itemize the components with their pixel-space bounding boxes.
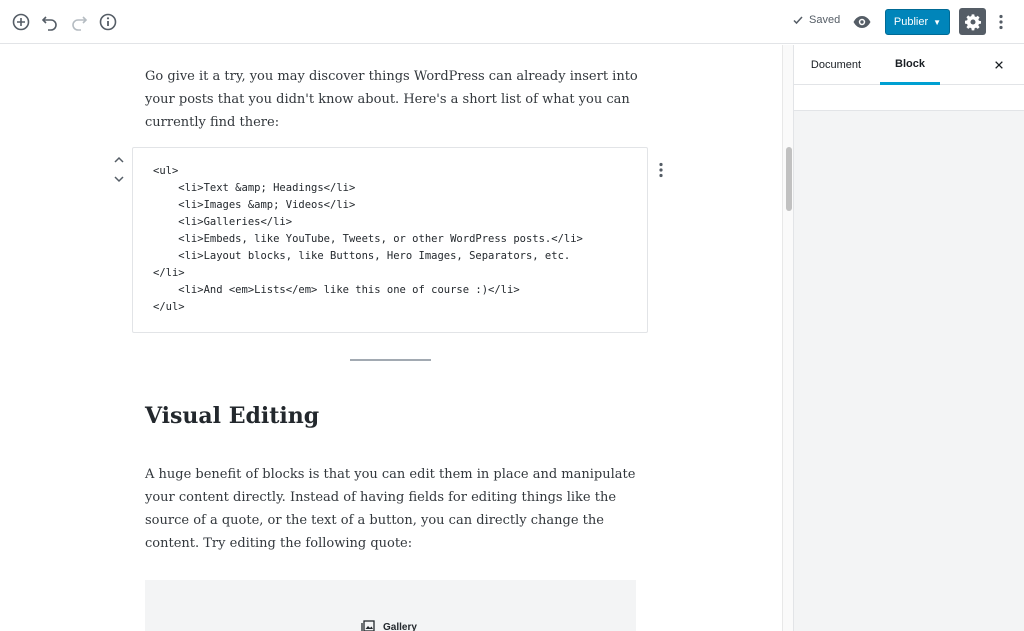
intro-paragraph-block[interactable]: Go give it a try, you may discover thing…: [145, 65, 640, 134]
publish-button[interactable]: Publier ▼: [885, 9, 950, 35]
move-down-button[interactable]: [110, 170, 128, 188]
publish-label: Publier: [893, 16, 929, 28]
close-sidebar-button[interactable]: [991, 57, 1007, 73]
editor-header: Saved Publier ▼: [0, 0, 1024, 44]
move-up-button[interactable]: [110, 151, 128, 169]
redo-icon: [72, 16, 88, 31]
scrollbar-thumb[interactable]: [786, 147, 792, 211]
more-vertical-icon: [659, 162, 663, 178]
tab-block[interactable]: Block: [880, 45, 940, 85]
editor-canvas: Go give it a try, you may discover thing…: [0, 45, 782, 631]
heading-block[interactable]: Visual Editing: [145, 403, 319, 429]
tab-document[interactable]: Document: [802, 45, 870, 85]
gallery-icon: [361, 620, 375, 631]
more-tools-button[interactable]: [987, 8, 1015, 36]
gallery-placeholder[interactable]: Gallery: [145, 580, 636, 631]
close-icon: [995, 61, 1003, 69]
caret-down-icon: ▼: [933, 17, 942, 27]
separator-block[interactable]: [350, 359, 431, 361]
code-block[interactable]: <ul> <li>Text &amp; Headings</li> <li>Im…: [132, 147, 648, 333]
add-block-button[interactable]: [7, 8, 35, 36]
settings-sidebar: Document Block: [794, 45, 1024, 631]
saved-state: Saved: [792, 14, 840, 26]
content-info-button[interactable]: [94, 8, 122, 36]
sidebar-tabs: Document Block: [794, 45, 1024, 85]
editor-scrollbar[interactable]: [782, 45, 794, 631]
settings-button[interactable]: [959, 8, 986, 35]
redo-button[interactable]: [65, 8, 93, 36]
block-settings-menu-button[interactable]: [653, 160, 669, 180]
block-inspector-panel: [794, 85, 1024, 111]
chevron-down-icon: [114, 176, 124, 183]
preview-button[interactable]: [848, 8, 876, 36]
code-content[interactable]: <ul> <li>Text &amp; Headings</li> <li>Im…: [133, 148, 647, 316]
undo-icon: [41, 16, 57, 31]
add-block-icon: [12, 13, 30, 31]
saved-label: Saved: [809, 14, 841, 26]
checkmark-icon: [793, 16, 803, 25]
gallery-label-text: Gallery: [383, 621, 417, 631]
info-icon: [99, 13, 117, 31]
gallery-label: Gallery: [361, 620, 417, 631]
chevron-up-icon: [114, 156, 124, 163]
gear-icon: [964, 13, 981, 30]
body-paragraph-block[interactable]: A huge benefit of blocks is that you can…: [145, 463, 640, 555]
undo-button[interactable]: [36, 8, 64, 36]
preview-eye-icon: [853, 16, 871, 28]
more-vertical-icon: [999, 14, 1003, 30]
